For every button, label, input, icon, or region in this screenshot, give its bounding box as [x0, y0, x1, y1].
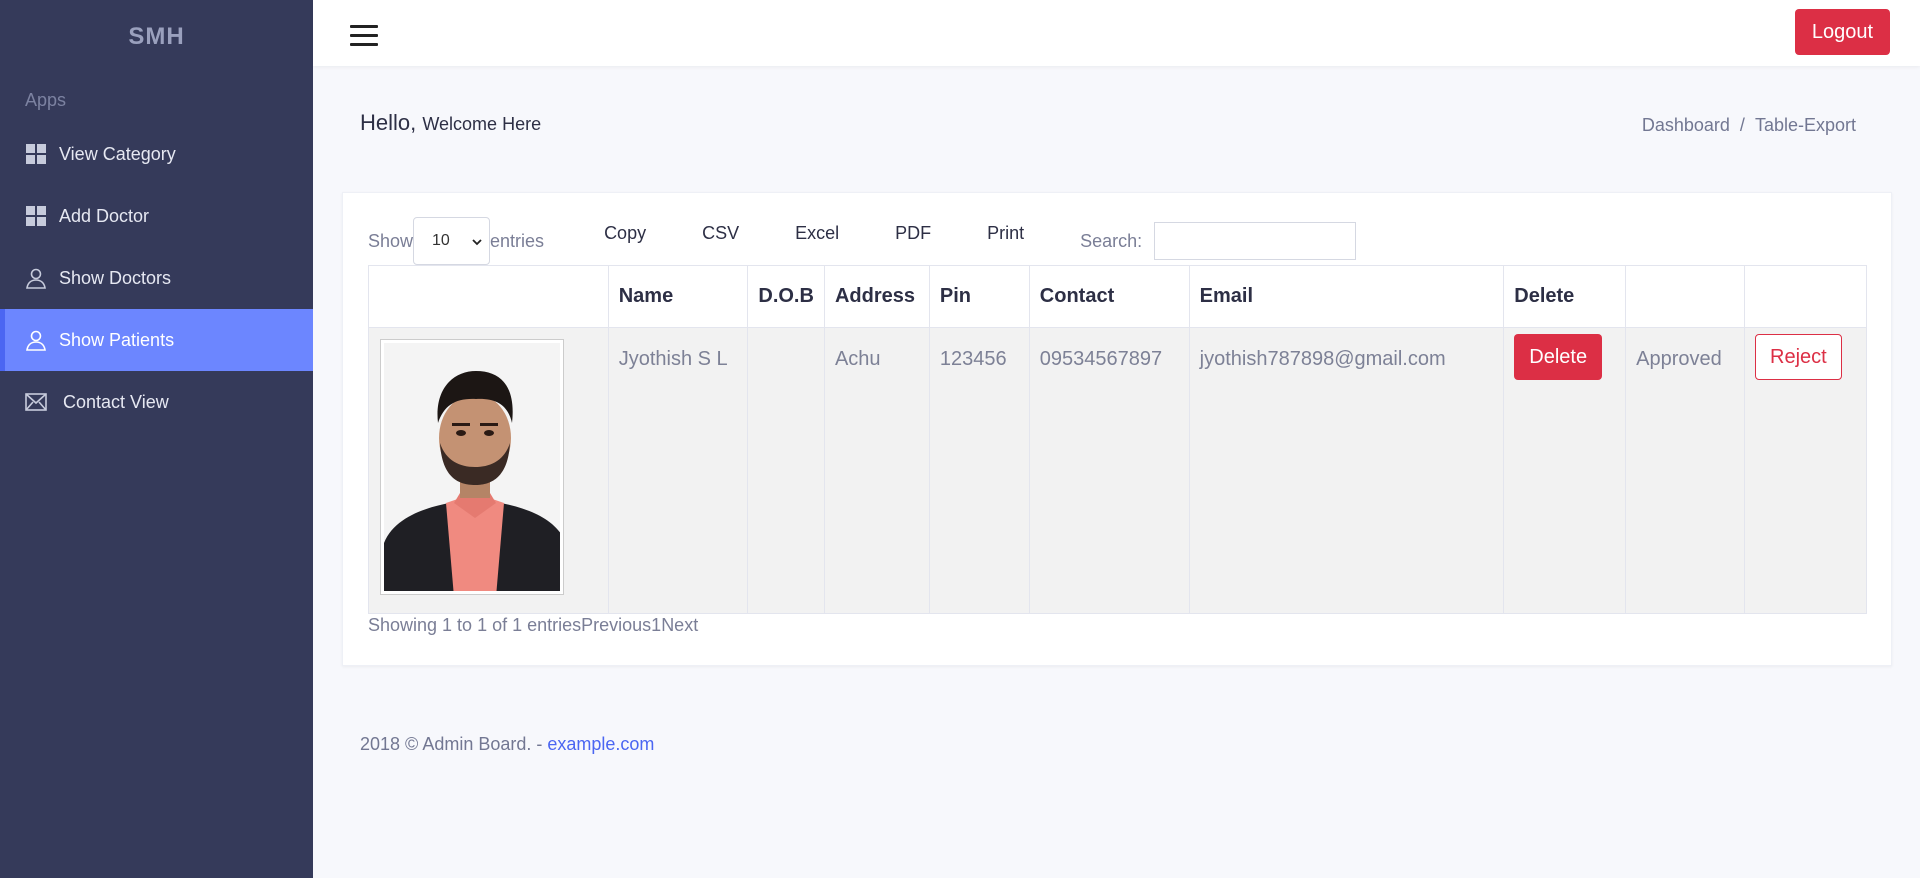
breadcrumb-current: Table-Export [1754, 115, 1856, 135]
top-header: Logout [313, 0, 1920, 66]
search-label: Search: [1080, 230, 1143, 251]
pdf-button[interactable]: PDF [895, 223, 931, 244]
photo-cell [368, 327, 609, 614]
table-header-row: Name D.O.B Address Pin Contact Email Del… [368, 265, 1867, 328]
footer-link[interactable]: example.com [547, 734, 654, 754]
cell-reject: Reject [1744, 327, 1867, 614]
logout-button[interactable]: Logout [1794, 9, 1890, 55]
nav-section-label: Apps [25, 90, 67, 110]
footer: 2018 © Admin Board. - example.com [360, 734, 654, 755]
page-1-button[interactable]: 1 [651, 615, 661, 636]
col-address[interactable]: Address [823, 265, 930, 328]
hello-text: Hello, [360, 110, 417, 135]
table-controls: Show 10 entries Copy CSV Excel PDF Print… [368, 217, 1871, 265]
table-card: Show 10 entries Copy CSV Excel PDF Print… [342, 192, 1892, 666]
pagination-info: Showing 1 to 1 of 1 entries Previous 1 N… [368, 615, 698, 636]
sidebar-item-show-patients[interactable]: Show Patients [0, 309, 313, 371]
cell-delete: Delete [1503, 327, 1627, 614]
search-input[interactable] [1154, 222, 1357, 260]
copy-button[interactable]: Copy [604, 223, 646, 244]
sidebar-item-add-doctor[interactable]: Add Doctor [0, 185, 313, 247]
entries-label: entries [490, 230, 545, 251]
cell-email: jyothish787898@gmail.com [1188, 327, 1505, 614]
cell-address: Achu [823, 327, 930, 614]
welcome-text: Welcome Here [422, 114, 542, 134]
reject-button[interactable]: Reject [1755, 334, 1842, 380]
col-dob[interactable]: D.O.B [747, 265, 825, 328]
previous-button[interactable]: Previous [581, 615, 651, 636]
mail-icon [25, 391, 47, 413]
table-row: Jyothish S L Achu 123456 09534567897 jyo… [368, 327, 1867, 614]
cell-contact: 09534567897 [1028, 327, 1190, 614]
grid-icon [25, 143, 47, 165]
patient-photo [380, 339, 564, 595]
sidebar-item-label: Show Patients [59, 329, 175, 350]
print-button[interactable]: Print [987, 223, 1024, 244]
cell-name: Jyothish S L [607, 327, 749, 614]
sidebar-item-show-doctors[interactable]: Show Doctors [0, 247, 313, 309]
col-reject[interactable] [1744, 265, 1867, 328]
next-button[interactable]: Next [661, 615, 698, 636]
excel-button[interactable]: Excel [795, 223, 839, 244]
breadcrumb-separator: / [1739, 115, 1745, 135]
entries-info: Showing 1 to 1 of 1 entries [368, 615, 582, 635]
footer-text: 2018 © Admin Board. - [360, 734, 548, 754]
sidebar-item-view-category[interactable]: View Category [0, 123, 313, 185]
breadcrumb-dashboard[interactable]: Dashboard [1642, 115, 1730, 136]
col-status[interactable] [1625, 265, 1746, 328]
sidebar-item-label: Show Doctors [59, 267, 172, 288]
col-photo[interactable] [368, 265, 609, 328]
col-contact[interactable]: Contact [1028, 265, 1190, 328]
sidebar-item-label: Contact View [63, 391, 169, 412]
col-delete[interactable]: Delete [1503, 265, 1627, 328]
chevron-down-icon [472, 239, 482, 246]
col-pin[interactable]: Pin [928, 265, 1030, 328]
col-email[interactable]: Email [1188, 265, 1505, 328]
delete-button[interactable]: Delete [1514, 334, 1603, 380]
cell-dob [747, 327, 825, 614]
entries-select[interactable]: 10 [413, 217, 491, 265]
breadcrumb: Dashboard / Table-Export [1642, 115, 1856, 136]
menu-toggle-icon[interactable] [350, 25, 378, 47]
cell-pin: 123456 [928, 327, 1030, 614]
patients-table: Name D.O.B Address Pin Contact Email Del… [368, 265, 1867, 614]
entries-value: 10 [432, 232, 450, 249]
sidebar-item-label: Add Doctor [59, 205, 150, 226]
sidebar-item-contact-view[interactable]: Contact View [0, 371, 313, 433]
brand-logo[interactable]: SMH [0, 0, 313, 74]
cell-status: Approved [1625, 327, 1746, 614]
csv-button[interactable]: CSV [702, 223, 739, 244]
grid-icon [25, 205, 47, 227]
user-icon [25, 267, 47, 289]
sidebar-item-label: View Category [59, 143, 176, 164]
col-name[interactable]: Name [607, 265, 749, 328]
sidebar: SMH Apps View Category Add Doctor Show D… [0, 0, 313, 878]
user-icon [25, 329, 47, 351]
show-label: Show [368, 230, 414, 251]
page-title: Hello, Welcome Here [360, 110, 541, 136]
